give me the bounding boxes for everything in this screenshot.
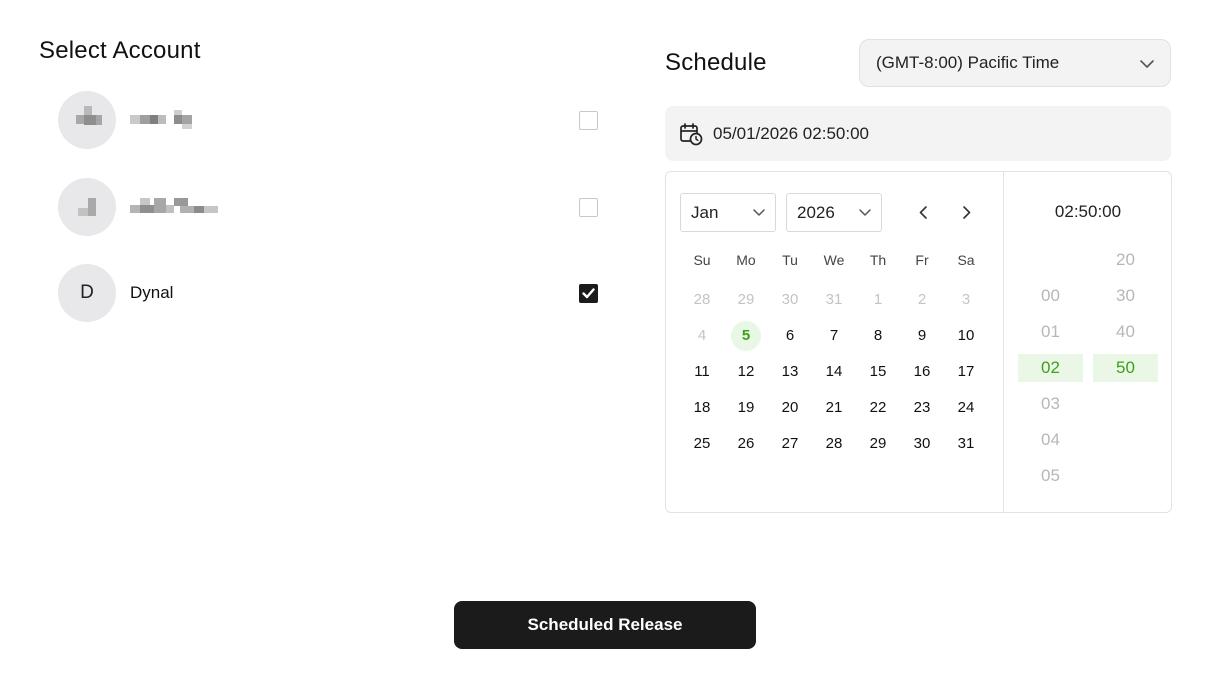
calendar-day[interactable]: 31 — [951, 429, 981, 459]
weekday-header: Fr — [915, 252, 929, 268]
calendar-day[interactable]: 31 — [819, 285, 849, 315]
account-checkbox-checked[interactable] — [579, 283, 598, 303]
calendar-day[interactable]: 22 — [863, 393, 893, 423]
datetime-input[interactable]: 05/01/2026 02:50:00 — [665, 106, 1171, 161]
minute-option[interactable]: 40 — [1093, 318, 1158, 346]
account-name-redacted — [130, 197, 579, 217]
timezone-select[interactable]: (GMT-8:00) Pacific Time — [859, 39, 1171, 87]
account-checkbox[interactable] — [579, 110, 598, 130]
hour-option[interactable]: 04 — [1018, 426, 1083, 454]
minute-option[interactable]: 50 — [1093, 354, 1158, 382]
calendar-day[interactable]: 5 — [731, 321, 761, 351]
calendar-day[interactable]: 20 — [775, 393, 805, 423]
calendar-day[interactable]: 30 — [775, 285, 805, 315]
calendar-day[interactable]: 14 — [819, 357, 849, 387]
calendar-day[interactable]: 16 — [907, 357, 937, 387]
schedule-modal: Select Account D Dynal Schedule (GMT-8:0… — [0, 0, 1210, 688]
calendar-day[interactable]: 4 — [687, 321, 717, 351]
calendar-day[interactable]: 24 — [951, 393, 981, 423]
time-divider — [1003, 172, 1004, 512]
calendar-day[interactable]: 11 — [687, 357, 717, 387]
avatar — [58, 91, 116, 149]
calendar-day[interactable]: 27 — [775, 429, 805, 459]
calendar-day[interactable]: 28 — [819, 429, 849, 459]
calendar-day[interactable]: 17 — [951, 357, 981, 387]
chevron-left-icon — [919, 205, 927, 219]
calendar-day[interactable]: 15 — [863, 357, 893, 387]
calendar-day[interactable]: 30 — [907, 429, 937, 459]
year-value: 2026 — [797, 202, 835, 222]
weekday-header: We — [823, 252, 845, 268]
account-row-dynal[interactable]: D Dynal — [58, 264, 600, 322]
hour-option[interactable]: 02 — [1018, 354, 1083, 382]
account-name: Dynal — [130, 283, 174, 302]
avatar: D — [58, 264, 116, 322]
account-checkbox[interactable] — [579, 197, 598, 217]
month-value: Jan — [691, 202, 719, 222]
checkmark-icon — [582, 287, 595, 298]
calendar-day[interactable]: 19 — [731, 393, 761, 423]
timezone-value: (GMT-8:00) Pacific Time — [876, 53, 1060, 72]
calendar-day[interactable]: 9 — [907, 321, 937, 351]
calendar-day[interactable]: 6 — [775, 321, 805, 351]
hour-option[interactable]: 05 — [1018, 462, 1083, 490]
year-select[interactable]: 2026 — [786, 193, 882, 232]
minute-option[interactable]: 30 — [1093, 282, 1158, 310]
calendar-day[interactable]: 12 — [731, 357, 761, 387]
hour-option[interactable]: 00 — [1018, 282, 1083, 310]
calendar-clock-icon — [679, 122, 703, 146]
calendar-day[interactable]: 10 — [951, 321, 981, 351]
minute-option[interactable]: 20 — [1093, 246, 1158, 274]
schedule-title: Schedule — [665, 49, 767, 76]
calendar-day[interactable]: 28 — [687, 285, 717, 315]
weekday-header: Mo — [736, 252, 756, 268]
calendar-day[interactable]: 8 — [863, 321, 893, 351]
calendar-day[interactable]: 1 — [863, 285, 893, 315]
calendar-day[interactable]: 29 — [731, 285, 761, 315]
weekday-header: Su — [693, 252, 711, 268]
calendar-day[interactable]: 2 — [907, 285, 937, 315]
calendar-day[interactable]: 13 — [775, 357, 805, 387]
next-month-button[interactable] — [957, 202, 977, 222]
account-name-redacted — [130, 110, 579, 130]
chevron-down-icon — [859, 209, 871, 216]
weekday-header: Tu — [782, 252, 798, 268]
scheduled-release-button[interactable]: Scheduled Release — [454, 601, 756, 649]
weekday-header: Th — [869, 252, 887, 268]
datetime-value: 05/01/2026 02:50:00 — [713, 123, 869, 143]
prev-month-button[interactable] — [913, 202, 933, 222]
chevron-down-icon — [1140, 53, 1154, 73]
select-account-title: Select Account — [39, 37, 201, 64]
avatar — [58, 178, 116, 236]
calendar-day[interactable]: 29 — [863, 429, 893, 459]
month-select[interactable]: Jan — [680, 193, 776, 232]
account-row-2[interactable] — [58, 178, 600, 236]
time-display: 02:50:00 — [1054, 202, 1122, 221]
calendar-day[interactable]: 3 — [951, 285, 981, 315]
calendar-day[interactable]: 23 — [907, 393, 937, 423]
account-row-1[interactable] — [58, 91, 600, 149]
calendar-day[interactable]: 7 — [819, 321, 849, 351]
hour-option[interactable]: 03 — [1018, 390, 1083, 418]
datetime-picker: Jan 2026 Su Mo Tu We Th Fr Sa 28 29 30 31 1 2 3 4 5 6 7 8 9… — [665, 171, 1172, 513]
calendar-day[interactable]: 26 — [731, 429, 761, 459]
calendar-day[interactable]: 25 — [687, 429, 717, 459]
weekday-header: Sa — [957, 252, 975, 268]
calendar-day[interactable]: 18 — [687, 393, 717, 423]
hour-option[interactable]: 01 — [1018, 318, 1083, 346]
chevron-down-icon — [753, 209, 765, 216]
chevron-right-icon — [963, 205, 971, 219]
calendar-day[interactable]: 21 — [819, 393, 849, 423]
